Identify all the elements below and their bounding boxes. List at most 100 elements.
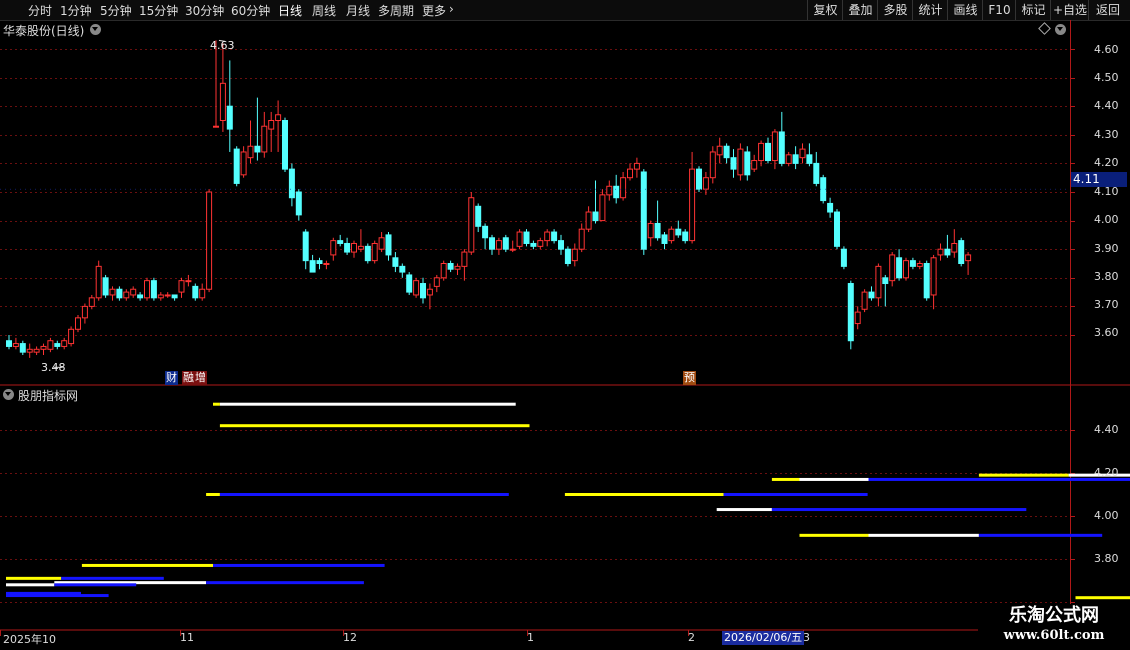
candle-body <box>716 145 723 156</box>
candle-body <box>771 131 778 162</box>
candle-body <box>233 148 240 184</box>
candle-body <box>420 283 426 299</box>
candle-body <box>157 294 164 299</box>
indicator-segment <box>1075 596 1130 600</box>
chevron-down-icon[interactable] <box>3 389 14 400</box>
candle-body <box>240 151 247 176</box>
candle-body <box>903 260 909 279</box>
candle-body <box>68 328 75 345</box>
candle-body <box>109 288 116 296</box>
price-label: 4.10 <box>1094 185 1119 198</box>
price-label: 3.70 <box>1094 298 1119 311</box>
candle-body <box>530 242 537 247</box>
candle-body <box>937 248 944 256</box>
indicator-segment <box>771 508 1027 512</box>
candle-body <box>171 294 178 299</box>
candle-body <box>288 168 295 199</box>
indicator-segment <box>978 473 1069 477</box>
candle-body <box>309 260 316 273</box>
candle-body <box>840 248 847 267</box>
candle-body <box>226 105 233 130</box>
chevron-down-icon[interactable] <box>90 24 101 35</box>
watermark-url: www.60lt.com <box>1003 628 1105 643</box>
candle-body <box>19 343 26 353</box>
candle-body <box>364 245 371 262</box>
candle-body <box>399 265 406 273</box>
candle-body <box>965 254 972 262</box>
indicator-segment <box>6 576 62 580</box>
candle-body <box>509 248 516 251</box>
kline-chart[interactable] <box>0 0 1130 650</box>
candle-body <box>889 254 896 282</box>
candle-body <box>951 242 958 253</box>
candle-body <box>40 345 47 350</box>
candle-body <box>696 168 702 190</box>
event-marker-forecast[interactable]: 预 <box>683 371 696 385</box>
candle-body <box>661 234 668 244</box>
candle-body <box>785 154 792 164</box>
indicator-segment <box>799 477 869 481</box>
watermark-logo: 乐淘公式网 www.60lt.com <box>978 604 1130 650</box>
candle-body <box>765 142 771 162</box>
candle-body <box>12 343 19 347</box>
candle-body <box>502 237 509 250</box>
indicator-segment <box>716 508 772 512</box>
event-marker-finance[interactable]: 财 <box>165 371 178 385</box>
candle-body <box>116 288 123 299</box>
price-label: 4.20 <box>1094 156 1119 169</box>
indicator-segment <box>868 477 1130 481</box>
candle-body <box>295 191 302 216</box>
watermark-title: 乐淘公式网 <box>1009 605 1099 626</box>
event-marker-increase[interactable]: 增 <box>194 371 207 385</box>
indicator-price-label: 3.80 <box>1094 552 1119 565</box>
candle-body <box>178 280 185 293</box>
indicator-title: 股朋指标网 <box>18 389 79 403</box>
date-label: 2025年10 <box>3 633 56 646</box>
candle-body <box>47 340 54 350</box>
candle-body <box>923 263 930 299</box>
candle-body <box>854 311 861 325</box>
candle-body <box>571 248 578 262</box>
candle-body <box>144 280 150 299</box>
candle-body <box>944 248 951 256</box>
price-label: 4.60 <box>1094 43 1119 56</box>
indicator-price-label: 4.40 <box>1094 423 1119 436</box>
candle-body <box>654 222 661 239</box>
candle-body <box>668 228 675 242</box>
candle-body <box>778 131 785 164</box>
indicator-segment <box>978 533 1103 537</box>
candle-body <box>627 168 633 179</box>
candle-body <box>516 231 523 247</box>
candle-body <box>723 145 730 159</box>
candle-body <box>606 185 613 196</box>
candle-body <box>433 277 440 287</box>
candle-body <box>495 240 502 250</box>
date-label: 2 <box>688 631 695 644</box>
indicator-segment <box>6 583 55 587</box>
date-label: 11 <box>180 631 194 644</box>
candle-body <box>185 280 192 283</box>
candle-body <box>930 257 937 296</box>
candle-body <box>647 222 654 239</box>
candle-body <box>81 305 88 319</box>
candle-body <box>751 160 758 170</box>
candle-body <box>861 291 868 310</box>
candle-body <box>247 145 254 159</box>
indicator-segment <box>206 493 220 496</box>
indicator-segment <box>6 594 109 598</box>
candle-body <box>792 154 799 164</box>
candle-body <box>689 168 696 242</box>
candle-body <box>909 260 916 267</box>
candle-body <box>213 125 219 128</box>
candle-body <box>454 265 461 270</box>
date-label: 1 <box>527 631 534 644</box>
price-label: 3.90 <box>1094 242 1119 255</box>
candle-body <box>820 177 827 202</box>
candle-body <box>426 288 433 296</box>
chevron-down-icon[interactable] <box>1055 24 1066 35</box>
candle-body <box>33 348 40 353</box>
indicator-segment <box>771 477 800 481</box>
candle-body <box>813 162 820 184</box>
candle-body <box>440 263 447 279</box>
candle-body <box>599 194 606 222</box>
